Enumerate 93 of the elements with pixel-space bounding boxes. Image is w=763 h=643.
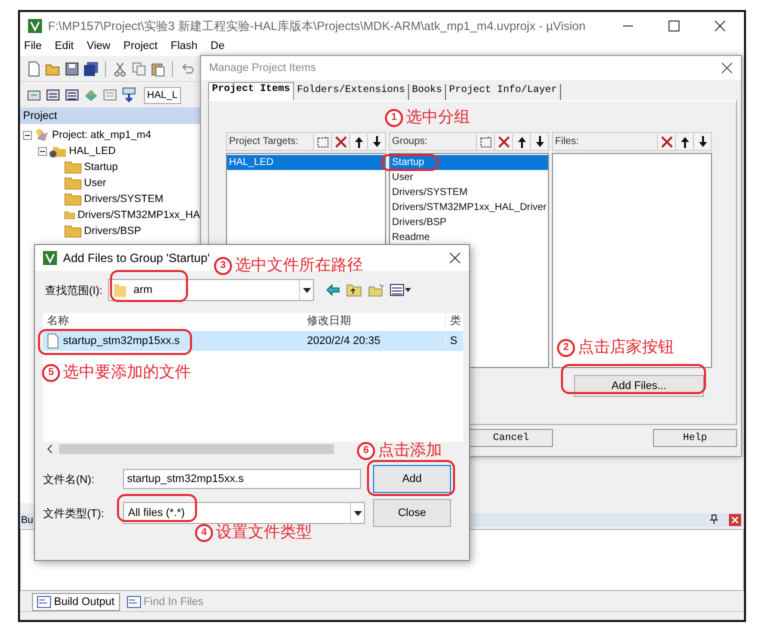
annotation-text: 设置文件类型	[216, 522, 312, 543]
menu-item[interactable]: File	[24, 40, 42, 52]
list-item[interactable]: HAL_LED	[227, 155, 385, 170]
tab[interactable]: Project Info/Layer	[446, 84, 562, 100]
window-icon	[37, 596, 51, 608]
paste-icon[interactable]	[150, 61, 166, 77]
annotation-text: 点击店家按钮	[578, 338, 674, 358]
folder-dropdown[interactable]: arm	[108, 279, 314, 301]
list-item[interactable]: Drivers/BSP	[390, 215, 548, 230]
menu-item[interactable]: Flash	[170, 40, 198, 52]
annotation-text: 选中文件所在路径	[235, 256, 363, 276]
list-title: Files:	[555, 136, 579, 147]
column-header[interactable]: 类	[445, 313, 463, 328]
file-row[interactable]: startup_stm32mp15xx.s 2020/2/4 20:35 S	[43, 331, 463, 351]
close-icon[interactable]	[721, 62, 733, 74]
menu-item[interactable]: De	[210, 40, 225, 52]
file-icon	[47, 333, 59, 349]
file-name: startup_stm32mp15xx.s	[63, 335, 180, 347]
close-button[interactable]: Close	[373, 499, 451, 527]
menu-item[interactable]: Edit	[54, 40, 74, 52]
app-icon	[43, 251, 57, 265]
menu-item[interactable]: View	[86, 40, 110, 52]
tree-item[interactable]: Drivers/STM32MP1xx_HA	[77, 209, 200, 221]
list-item[interactable]: Startup	[390, 155, 548, 170]
close-icon[interactable]	[449, 252, 461, 264]
save-icon[interactable]	[64, 61, 80, 77]
back-arrow-icon[interactable]	[326, 284, 340, 296]
list-item[interactable]: Readme	[390, 230, 548, 245]
annotation-text: 选中要添加的文件	[63, 362, 191, 383]
pane-title: Bu	[21, 514, 34, 526]
folder-icon	[64, 175, 82, 191]
view-menu-icon[interactable]	[390, 284, 412, 296]
dialog-button[interactable]: Cancel	[469, 429, 553, 447]
list-item[interactable]: User	[390, 170, 548, 185]
app-icon	[28, 19, 42, 33]
dialog-title: Add Files to Group 'Startup'	[63, 251, 210, 265]
copy-icon[interactable]	[131, 61, 147, 77]
delete-icon[interactable]	[494, 134, 512, 150]
annotation-text: 点击添加	[378, 440, 442, 461]
tree-item[interactable]: Drivers/BSP	[84, 225, 142, 237]
folder-icon	[64, 159, 82, 175]
file-date: 2020/2/4 20:35	[306, 335, 382, 347]
tree-item[interactable]: Drivers/SYSTEM	[84, 193, 164, 205]
tree-item[interactable]: HAL_LED	[69, 145, 116, 157]
delete-icon[interactable]	[331, 134, 349, 150]
folder-icon	[113, 282, 128, 298]
add-button[interactable]: Add	[373, 465, 451, 493]
field-label: 查找范围(I):	[45, 284, 102, 298]
column-header[interactable]: 名称	[43, 313, 303, 328]
dialog-title: Manage Project Items	[209, 62, 316, 74]
tree-item[interactable]: User	[84, 177, 106, 189]
field-label: 文件类型(T):	[43, 506, 106, 520]
add-files-button[interactable]: Add Files...	[574, 375, 704, 397]
highlight-outline	[381, 154, 439, 171]
tree-item[interactable]: Project: atk_mp1_m4	[52, 129, 152, 141]
filetype-dropdown[interactable]: All files (*.*)	[123, 502, 365, 524]
list-item[interactable]: Drivers/SYSTEM	[390, 185, 548, 200]
new-icon[interactable]	[476, 134, 494, 150]
new-file-icon[interactable]	[26, 61, 42, 77]
up-folder-icon[interactable]	[346, 283, 362, 297]
new-icon[interactable]	[313, 134, 331, 150]
column-header[interactable]: 修改日期	[303, 313, 445, 328]
delete-icon[interactable]	[657, 134, 675, 150]
collapse-toggle-icon[interactable]	[38, 146, 47, 156]
tab[interactable]: Books	[409, 84, 446, 100]
menu-item[interactable]: Project	[123, 40, 158, 52]
output-tab[interactable]: Build Output	[32, 593, 120, 611]
cut-icon[interactable]	[112, 61, 128, 77]
filename-field[interactable]: startup_stm32mp15xx.s	[123, 469, 361, 489]
save-all-icon[interactable]	[83, 61, 99, 77]
window-title: F:\MP157\Project\实验3 新建工程实验-HAL库版本\Projects\MDK-ARM\atk_mp1_m4.uvprojx - µVision	[48, 18, 586, 34]
scroll-left-icon[interactable]	[47, 444, 53, 452]
target-select[interactable]: HAL_L	[144, 86, 181, 104]
project-icon	[34, 127, 50, 143]
dropdown-arrow-icon[interactable]	[354, 510, 362, 516]
tree-item[interactable]: Startup	[84, 161, 118, 173]
download-icon[interactable]	[121, 87, 137, 103]
tab[interactable]: Folders/Extensions	[294, 84, 410, 100]
tab[interactable]: Project Items	[208, 82, 294, 100]
list-item[interactable]: Drivers/STM32MP1xx_HAL_Driver	[390, 200, 548, 215]
list-title: Groups:	[392, 136, 428, 147]
pin-icon[interactable]	[709, 514, 719, 524]
file-type: S	[445, 335, 463, 347]
new-folder-icon[interactable]	[368, 283, 384, 297]
list-title: Project Targets:	[229, 136, 298, 147]
pane-header: Project	[20, 108, 200, 124]
annotation-text: 选中分组	[406, 108, 470, 128]
maximize-icon[interactable]	[668, 20, 680, 32]
close-icon[interactable]	[714, 20, 726, 32]
collapse-toggle-icon[interactable]	[23, 130, 32, 140]
dropdown-arrow-icon[interactable]	[299, 280, 314, 300]
field-label: 文件名(N):	[43, 472, 96, 486]
dialog-button[interactable]: Help	[653, 429, 737, 447]
